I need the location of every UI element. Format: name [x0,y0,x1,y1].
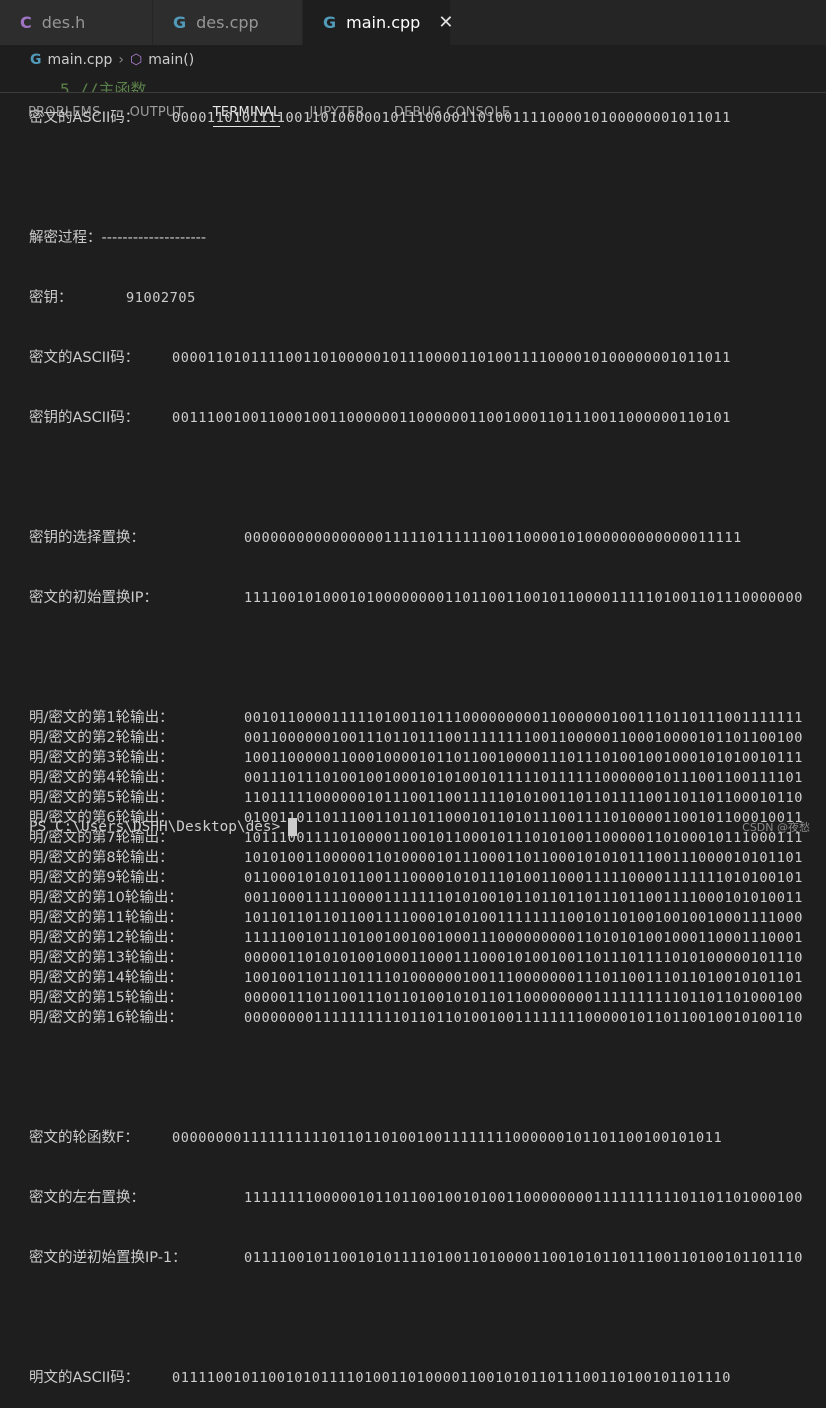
round-label: 明/密文的第2轮输出： [29,730,174,746]
cpp-file-icon: G [30,52,42,68]
round-label: 明/密文的第1轮输出： [29,710,174,726]
round-output-line: 明/密文的第8轮输出： 10101001100000110100001011100… [29,848,826,868]
terminal-line: 密文的轮函数F： 00000000111111111101101101001001… [29,1130,723,1146]
round-value: 1010100110000011010000101110001101100010… [244,850,803,866]
terminal-line: 密钥： 91002705 [29,290,196,306]
tab-des-h[interactable]: C des.h [0,0,153,45]
chevron-right-icon: › [118,52,125,68]
terminal-line: 密文的初始置换IP： 111100101000101000000001101100… [29,590,803,606]
breadcrumb-symbol[interactable]: main() [148,52,194,68]
editor-tab-bar: C des.h G des.cpp G main.cpp ✕ [0,0,826,45]
terminal-prompt[interactable]: PS C:\Users\DSHH\Desktop\des> [29,818,298,836]
terminal-cursor [288,818,298,836]
round-output-line: 明/密文的第14轮输出： 1001001101110111101000000100… [29,968,826,988]
round-value: 0000011101100111011010010101101100000000… [244,990,803,1006]
round-output-line: 明/密文的第16轮输出： 0000000011111111110110110100… [29,1008,826,1028]
round-value: 1001001101110111101000000100111000000011… [244,970,803,986]
terminal-line: 明文的ASCII码： 011110010110010101111010011010… [29,1370,731,1386]
round-value: 1111100101110100100100100011100000000011… [244,930,803,946]
round-value: 0000000011111111110110110100100111111110… [244,1010,803,1026]
breadcrumb-file[interactable]: main.cpp [48,52,113,68]
cpp-file-icon: G [173,13,187,32]
terminal-line: 密文的ASCII码： 000011010111100110100000101110… [29,110,731,126]
round-label: 明/密文的第11轮输出： [29,910,183,926]
terminal-line: 密文的逆初始置换IP-1： 011110010110010101111010011… [29,1250,803,1266]
round-label: 明/密文的第3轮输出： [29,750,174,766]
round-value: 0100110110111001101101100010110101110011… [244,810,803,826]
terminal-line: 密文的左右置换： 11111111000001011011001001010011… [29,1190,803,1206]
round-label: 明/密文的第10轮输出： [29,890,183,906]
round-output-line: 明/密文的第13轮输出： 0000011010101001000110001110… [29,948,826,968]
watermark: CSDN @夜愁 [742,821,810,834]
round-label: 明/密文的第13轮输出： [29,950,183,966]
tab-label: main.cpp [346,13,421,32]
round-label: 明/密文的第9轮输出： [29,870,174,886]
tab-des-cpp[interactable]: G des.cpp [153,0,303,45]
round-value: 0110001010101100111000010101110100110001… [244,870,803,886]
c-file-icon: C [20,13,32,32]
round-label: 明/密文的第15轮输出： [29,990,183,1006]
terminal-line: 解密过程：-------------------- [29,230,207,246]
round-label: 明/密文的第5轮输出： [29,790,174,806]
prompt-text: PS C:\Users\DSHH\Desktop\des> [29,819,281,835]
round-output-line: 明/密文的第9轮输出： 01100010101011001110000101011… [29,868,826,888]
terminal-line: 密钥的选择置换： 00000000000000001111101111110011… [29,530,742,546]
round-label: 明/密文的第14轮输出： [29,970,183,986]
round-output-line: 明/密文的第5轮输出： 11011111000000101110011001111… [29,788,826,808]
round-value: 0000011010101001000110001110001010010011… [244,950,803,966]
terminal-output[interactable]: 密文的ASCII码： 000011010111100110100000101110… [29,68,826,1408]
round-output-line: 明/密文的第15轮输出： 0000011101100111011010010101… [29,988,826,1008]
round-value: 1101111100000010111001100111110101001101… [244,790,803,806]
round-label: 明/密文的第12轮输出： [29,930,183,946]
terminal-line: 密文的ASCII码： 000011010111100110100000101110… [29,350,731,366]
close-icon[interactable]: ✕ [438,12,453,33]
round-label: 明/密文的第8轮输出： [29,850,174,866]
round-output-line: 明/密文的第10轮输出： 0011000111110000111111101010… [29,888,826,908]
tab-label: des.cpp [196,13,259,32]
round-value: 0011000000100111011011100111111110011000… [244,730,803,746]
round-output-line: 明/密文的第11轮输出： 1011011011011001111000101010… [29,908,826,928]
tab-main-cpp[interactable]: G main.cpp ✕ [303,0,453,45]
round-value: 1001100000110001000010110110010000111011… [244,750,803,766]
round-label: 明/密文的第16轮输出： [29,1010,183,1026]
round-value: 0011101110100100100010101001011111011111… [244,770,803,786]
cpp-file-icon: G [323,13,337,32]
round-value: 0011000111110000111111101010010110110110… [244,890,803,906]
method-cube-icon: ⬡ [130,52,143,68]
round-output-line: 明/密文的第3轮输出： 10011000001100010000101101100… [29,748,826,768]
round-output-list: 明/密文的第1轮输出： 00101100001111101001101110000… [29,708,826,1028]
round-value: 1011011011011001111000101010011111111001… [244,910,803,926]
tab-label: des.h [41,13,86,32]
round-value: 0010110000111110100110111000000000110000… [244,710,803,726]
round-output-line: 明/密文的第4轮输出： 00111011101001001000101010010… [29,768,826,788]
round-output-line: 明/密文的第1轮输出： 00101100001111101001101110000… [29,708,826,728]
round-label: 明/密文的第4轮输出： [29,770,174,786]
round-output-line: 明/密文的第2轮输出： 00110000001001110110111001111… [29,728,826,748]
round-output-line: 明/密文的第12轮输出： 1111100101110100100100100011… [29,928,826,948]
round-value: 1011100111101000011001011000101110101001… [244,830,803,846]
terminal-line: 密钥的ASCII码： 001110010011000100110000001100… [29,410,731,426]
